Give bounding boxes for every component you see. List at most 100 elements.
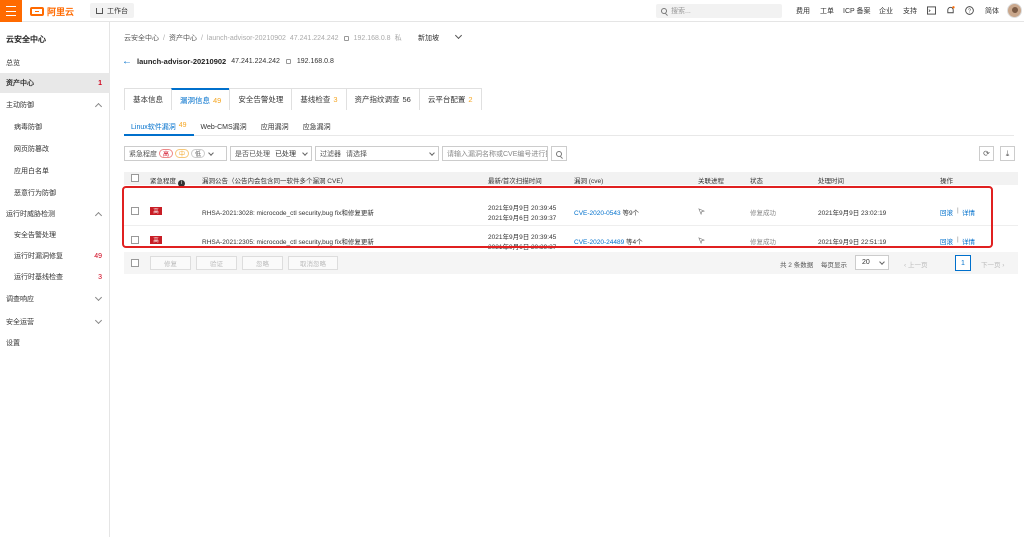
row-checkbox[interactable] [131, 236, 139, 244]
vuln-search-input[interactable]: 请输入漏洞名称或CVE编号进行搜索 [442, 146, 548, 161]
status-select[interactable]: 是否已处理 已处理 [230, 146, 312, 161]
breadcrumb: 云安全中心 / 资产中心 / launch-advisor-20210902 47.… [124, 33, 402, 43]
top-bar: 阿里云 工作台 搜索... 费用 工单 ICP 备案 企业 支持 ? 简体 [0, 0, 1024, 22]
sidebar-item-settings[interactable]: 设置 [0, 333, 110, 353]
cve-link[interactable]: CVE-2020-0543 [574, 210, 621, 217]
breadcrumb-item[interactable]: 资产中心 [169, 33, 197, 43]
chevron-down-icon[interactable] [454, 31, 463, 40]
asset-name: launch-advisor-20210902 [137, 57, 227, 66]
sidebar-item-app-whitelist[interactable]: 应用白名单 [0, 161, 110, 181]
action-divider: | [957, 207, 959, 214]
download-button[interactable]: ⤓ [1000, 146, 1015, 161]
page-size-label: 每页显示 [821, 262, 847, 269]
subtab-emergency-vuln[interactable]: 应急漏洞 [296, 122, 338, 136]
process-icon[interactable] [698, 208, 705, 215]
tab-baseline-check[interactable]: 基线检查 3 [291, 88, 347, 110]
download-icon: ⤓ [1005, 148, 1010, 158]
sidebar-item-runtime-threat[interactable]: 运行时威胁检测 [0, 204, 110, 224]
help-icon[interactable]: ? [965, 6, 974, 15]
sidebar-item-web-tamper[interactable]: 网页防篡改 [0, 139, 110, 159]
search-button[interactable] [551, 146, 567, 161]
prev-page-button[interactable]: ‹ 上一页 [904, 259, 927, 269]
rollback-link[interactable]: 回滚 [940, 236, 953, 246]
back-arrow-icon[interactable]: ← [122, 56, 132, 67]
nav-support[interactable]: 支持 [903, 6, 917, 16]
sidebar-item-malicious-behavior[interactable]: 恶意行为防御 [0, 183, 110, 203]
unignore-button[interactable]: 取消忽略 [288, 256, 338, 270]
fix-button[interactable]: 修复 [150, 256, 191, 270]
severity-filter[interactable]: 紧急程度 高 中 低 [124, 146, 227, 161]
ignore-button[interactable]: 忽略 [242, 256, 283, 270]
page-number-button[interactable]: 1 [955, 255, 971, 271]
sidebar-item-vuln-fix[interactable]: 运行时漏洞修复 49 [0, 246, 110, 266]
bulletin-text: RHSA-2021:2305: microcode_ctl security,b… [202, 239, 374, 246]
brand-logo[interactable]: 阿里云 [30, 5, 74, 17]
action-divider: | [957, 236, 959, 243]
asset-ip-private: 192.168.0.8 [296, 58, 334, 65]
severity-badge: 高 [150, 236, 162, 244]
sidebar-title: 云安全中心 [6, 35, 46, 44]
tab-cloud-config[interactable]: 云平台配置 2 [418, 88, 482, 110]
nav-icp[interactable]: ICP 备案 [843, 6, 871, 16]
subtab-linux-vuln[interactable]: Linux软件漏洞 49 [124, 122, 194, 136]
tab-alert-handling[interactable]: 安全告警处理 [229, 88, 293, 110]
tab-asset-fingerprint[interactable]: 资产指纹调查 56 [345, 88, 420, 110]
footer-select-all-checkbox[interactable] [131, 259, 139, 267]
tab-basic-info[interactable]: 基本信息 [124, 88, 172, 110]
bell-icon[interactable] [946, 6, 955, 15]
vuln-type-tabs: Linux软件漏洞 49 Web-CMS漏洞 应用漏洞 应急漏洞 [124, 122, 1014, 136]
rollback-link[interactable]: 回滚 [940, 207, 953, 217]
refresh-button[interactable]: ⟳ [979, 146, 994, 161]
sidebar-item-asset-center[interactable]: 资产中心 1 [0, 73, 110, 93]
process-icon[interactable] [698, 237, 705, 244]
col-cve: 漏洞 (cve) [574, 178, 604, 185]
detail-link[interactable]: 详情 [962, 207, 975, 217]
sidebar-item-overview[interactable]: 总览 [0, 53, 110, 73]
region-selector[interactable]: 新加坡 [418, 33, 439, 43]
cve-link[interactable]: CVE-2020-24489 [574, 239, 624, 246]
info-icon[interactable]: i [178, 179, 185, 187]
chevron-up-icon [94, 211, 103, 220]
chevron-down-icon [429, 150, 435, 156]
chevron-down-icon [94, 293, 103, 302]
sidebar-item-alert-handling[interactable]: 安全告警处理 [0, 225, 110, 245]
row-checkbox[interactable] [131, 207, 139, 215]
severity-high-pill[interactable]: 高 [159, 149, 173, 158]
breadcrumb-item[interactable]: 云安全中心 [124, 33, 159, 43]
next-page-button[interactable]: 下一页 › [981, 259, 1004, 269]
nav-ticket[interactable]: 工单 [820, 6, 834, 16]
search-icon [556, 150, 562, 157]
search-icon [661, 8, 667, 14]
select-all-checkbox[interactable] [131, 174, 139, 182]
subtab-app-vuln[interactable]: 应用漏洞 [254, 122, 296, 136]
sidebar: 云安全中心 总览 资产中心 1 主动防御 病毒防御 网页防篡改 应用白名单 恶意行… [0, 22, 110, 537]
language-switch[interactable]: 简体 [985, 6, 999, 16]
global-search-input[interactable]: 搜索... [656, 4, 782, 18]
breadcrumb-ip-private: 192.168.0.8 [353, 34, 391, 42]
page-size-select[interactable]: 20 [855, 255, 889, 270]
col-handle-time: 处理时间 [818, 178, 844, 185]
tab-count: 56 [402, 95, 411, 104]
bulletin-text: RHSA-2021:3028: microcode_ctl security,b… [202, 210, 374, 217]
tab-vuln-info[interactable]: 漏洞信息 49 [171, 88, 231, 110]
menu-icon[interactable] [0, 0, 22, 22]
user-avatar[interactable] [1007, 3, 1022, 18]
sidebar-item-baseline-check[interactable]: 运行时基线检查 3 [0, 267, 110, 287]
chevron-down-icon [94, 316, 103, 325]
detail-link[interactable]: 详情 [962, 236, 975, 246]
nav-enterprise[interactable]: 企业 [879, 6, 893, 16]
sidebar-item-active-defense[interactable]: 主动防御 [0, 95, 110, 115]
sidebar-item-virus-defense[interactable]: 病毒防御 [0, 117, 110, 137]
verify-button[interactable]: 验证 [196, 256, 237, 270]
nav-billing[interactable]: 费用 [796, 6, 810, 16]
sidebar-item-investigation[interactable]: 调查响应 [0, 289, 110, 309]
workbench-button[interactable]: 工作台 [90, 3, 134, 18]
subtab-web-cms[interactable]: Web-CMS漏洞 [194, 122, 254, 136]
sidebar-badge: 3 [98, 273, 102, 281]
severity-low-pill[interactable]: 低 [191, 149, 205, 158]
severity-mid-pill[interactable]: 中 [175, 149, 189, 158]
terminal-icon[interactable] [927, 6, 936, 15]
filter-select[interactable]: 过滤器 请选择 [315, 146, 439, 161]
sidebar-item-security-ops[interactable]: 安全运营 [0, 312, 110, 332]
col-severity: 紧急程度 i [150, 175, 185, 187]
